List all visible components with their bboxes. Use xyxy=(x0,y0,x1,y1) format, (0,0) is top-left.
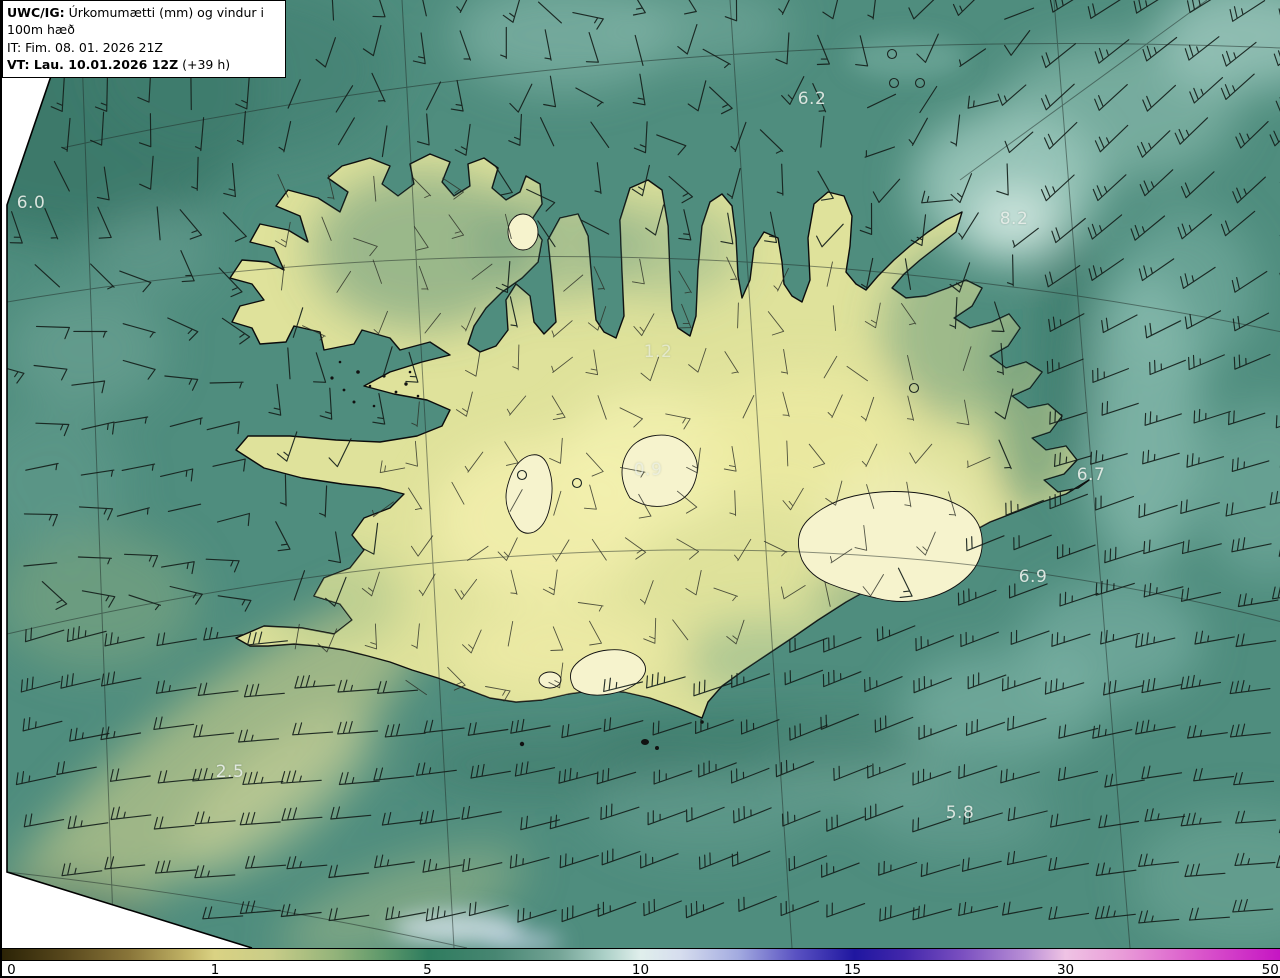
contour-label: 6.0 xyxy=(16,193,46,213)
colorbar-tick: 30 xyxy=(1056,962,1075,978)
colorbar-tick: 1 xyxy=(210,962,220,978)
valid-time: VT: Lau. 10.01.2026 12Z xyxy=(7,56,179,72)
colorbar-tick: 50 xyxy=(1261,962,1279,978)
forecast-title-box: UWC/IG: Úrkomumætti (mm) og vindur i 100… xyxy=(2,0,286,78)
contour-label: 6.9 xyxy=(1018,567,1048,587)
contour-label: 1.2 xyxy=(643,342,673,362)
contour-label: 6.7 xyxy=(1076,465,1106,485)
title-line: UWC/IG: Úrkomumætti (mm) og vindur i 100… xyxy=(7,4,279,39)
colorbar-gradient-band xyxy=(2,948,1280,961)
contour-label: 2.5 xyxy=(215,762,245,782)
weather-map-viewport: 6.2 6.0 8.2 1.2 0.9 6.7 6.9 2.5 5.8 UWC/IG: Úrko… xyxy=(0,0,1280,978)
colorbar-tick: 15 xyxy=(843,962,862,978)
colorbar-tick: 10 xyxy=(631,962,650,978)
product-id: UWC/IG: xyxy=(7,5,65,20)
valid-time-line: VT: Lau. 10.01.2026 12Z (+39 h) xyxy=(7,56,279,73)
init-time-line: IT: Fim. 08. 01. 2026 21Z xyxy=(7,39,163,55)
contour-label: 5.8 xyxy=(945,803,975,823)
precipitation-colorbar: 0 1 5 10 15 30 50 xyxy=(2,948,1280,978)
contour-label: 0.9 xyxy=(633,460,663,480)
valid-offset: (+39 h) xyxy=(178,56,231,72)
contour-label: 8.2 xyxy=(999,209,1029,229)
contour-label: 6.2 xyxy=(797,89,827,109)
colorbar-tick: 0 xyxy=(7,962,16,978)
colorbar-tick: 5 xyxy=(423,962,432,978)
